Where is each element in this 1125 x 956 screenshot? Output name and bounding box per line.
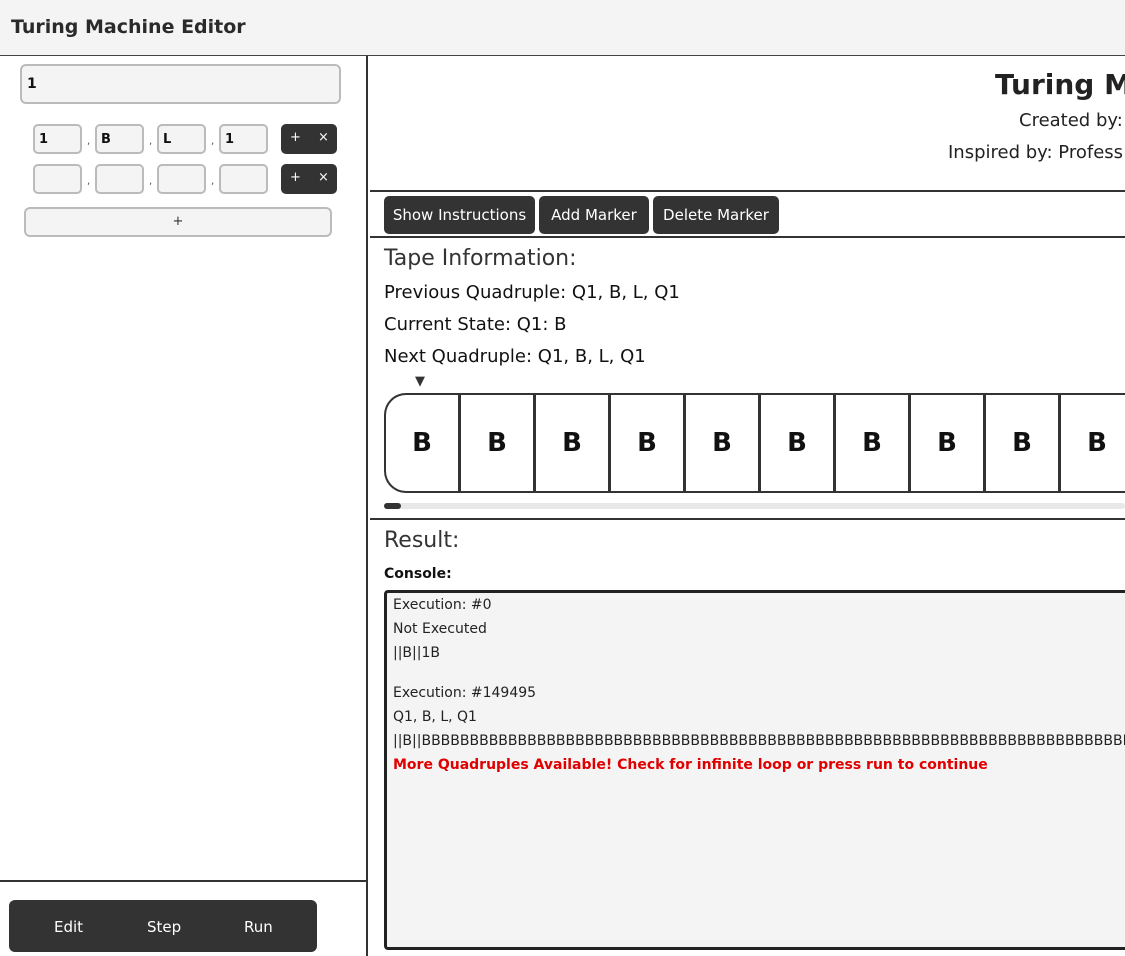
show-instructions-button[interactable]: Show Instructions <box>384 196 535 234</box>
tape-info-heading: Tape Information: <box>384 246 577 271</box>
quadruple-row: , , , + × <box>33 124 343 154</box>
comma-separator: , <box>149 136 153 147</box>
comma-separator: , <box>87 176 91 187</box>
tape-cell: B <box>911 395 986 491</box>
tape-head-icon: ▼ <box>415 374 425 389</box>
comma-separator: , <box>211 136 215 147</box>
insert-row-button[interactable]: + <box>290 170 301 185</box>
created-by-text: Created by: <box>1019 110 1123 131</box>
inspired-by-text: Inspired by: Profess <box>948 142 1124 163</box>
console-warning: More Quadruples Available! Check for inf… <box>393 757 988 773</box>
tape: B B B B B B B B B B <box>384 393 1125 493</box>
add-marker-button[interactable]: Add Marker <box>539 196 649 234</box>
quad-state-input[interactable] <box>33 124 82 154</box>
page-title: Turing Ma <box>995 68 1125 101</box>
console-output[interactable]: Execution: #0 Not Executed ||B||1B Execu… <box>384 590 1125 950</box>
quad-read-input[interactable] <box>95 164 144 194</box>
console-label: Console: <box>384 566 452 582</box>
tape-scrollbar-thumb[interactable] <box>384 503 401 509</box>
initial-tape-input[interactable] <box>20 64 341 104</box>
top-bar: Turing Machine Editor <box>0 0 1125 56</box>
console-line: Q1, B, L, Q1 <box>393 709 477 725</box>
row-action-buttons: + × <box>281 124 337 154</box>
quad-next-input[interactable] <box>219 164 268 194</box>
tape-cell: B <box>761 395 836 491</box>
control-bar: Edit Step Run <box>9 900 317 952</box>
main-panel: Turing Ma Created by: Inspired by: Profe… <box>370 56 1125 956</box>
comma-separator: , <box>87 136 91 147</box>
delete-row-button[interactable]: × <box>318 130 329 145</box>
comma-separator: , <box>211 176 215 187</box>
tape-cell: B <box>386 395 461 491</box>
delete-marker-button[interactable]: Delete Marker <box>653 196 779 234</box>
edit-button[interactable]: Edit <box>54 918 83 936</box>
next-quadruple: Next Quadruple: Q1, B, L, Q1 <box>384 346 646 367</box>
delete-row-button[interactable]: × <box>318 170 329 185</box>
tape-cell: B <box>1061 395 1125 491</box>
quadruple-row: , , , + × <box>33 164 343 194</box>
step-button[interactable]: Step <box>147 918 181 936</box>
console-line: Execution: #149495 <box>393 685 537 701</box>
console-line: Execution: #0 <box>393 597 492 613</box>
quad-action-input[interactable] <box>157 164 206 194</box>
toolbar: Show Instructions Add Marker Delete Mark… <box>370 194 1125 238</box>
comma-separator: , <box>149 176 153 187</box>
console-line: ||B||1B <box>393 645 440 661</box>
insert-row-button[interactable]: + <box>290 130 301 145</box>
sidebar-divider <box>0 880 366 882</box>
result-section: Result: Console: Execution: #0 Not Execu… <box>370 522 1125 956</box>
console-line: ||B||BBBBBBBBBBBBBBBBBBBBBBBBBBBBBBBBBBB… <box>393 733 1125 749</box>
tape-cell: B <box>611 395 686 491</box>
header-box: Turing Ma Created by: Inspired by: Profe… <box>370 56 1125 192</box>
add-quadruple-button[interactable]: + <box>24 207 332 237</box>
quad-read-input[interactable] <box>95 124 144 154</box>
quad-next-input[interactable] <box>219 124 268 154</box>
tape-cell: B <box>461 395 536 491</box>
tape-section: Tape Information: Previous Quadruple: Q1… <box>370 240 1125 520</box>
run-button[interactable]: Run <box>244 918 273 936</box>
current-state: Current State: Q1: B <box>384 314 567 335</box>
tape-cell: B <box>986 395 1061 491</box>
quad-state-input[interactable] <box>33 164 82 194</box>
quad-action-input[interactable] <box>157 124 206 154</box>
result-heading: Result: <box>384 528 460 553</box>
app-title: Turing Machine Editor <box>11 16 246 38</box>
tape-scrollbar[interactable] <box>384 503 1125 509</box>
row-action-buttons: + × <box>281 164 337 194</box>
previous-quadruple: Previous Quadruple: Q1, B, L, Q1 <box>384 282 680 303</box>
tape-cell: B <box>536 395 611 491</box>
editor-sidebar: , , , + × , , , + × + Edit Step Run <box>0 56 368 956</box>
tape-cell: B <box>836 395 911 491</box>
console-line: Not Executed <box>393 621 487 637</box>
tape-cell: B <box>686 395 761 491</box>
